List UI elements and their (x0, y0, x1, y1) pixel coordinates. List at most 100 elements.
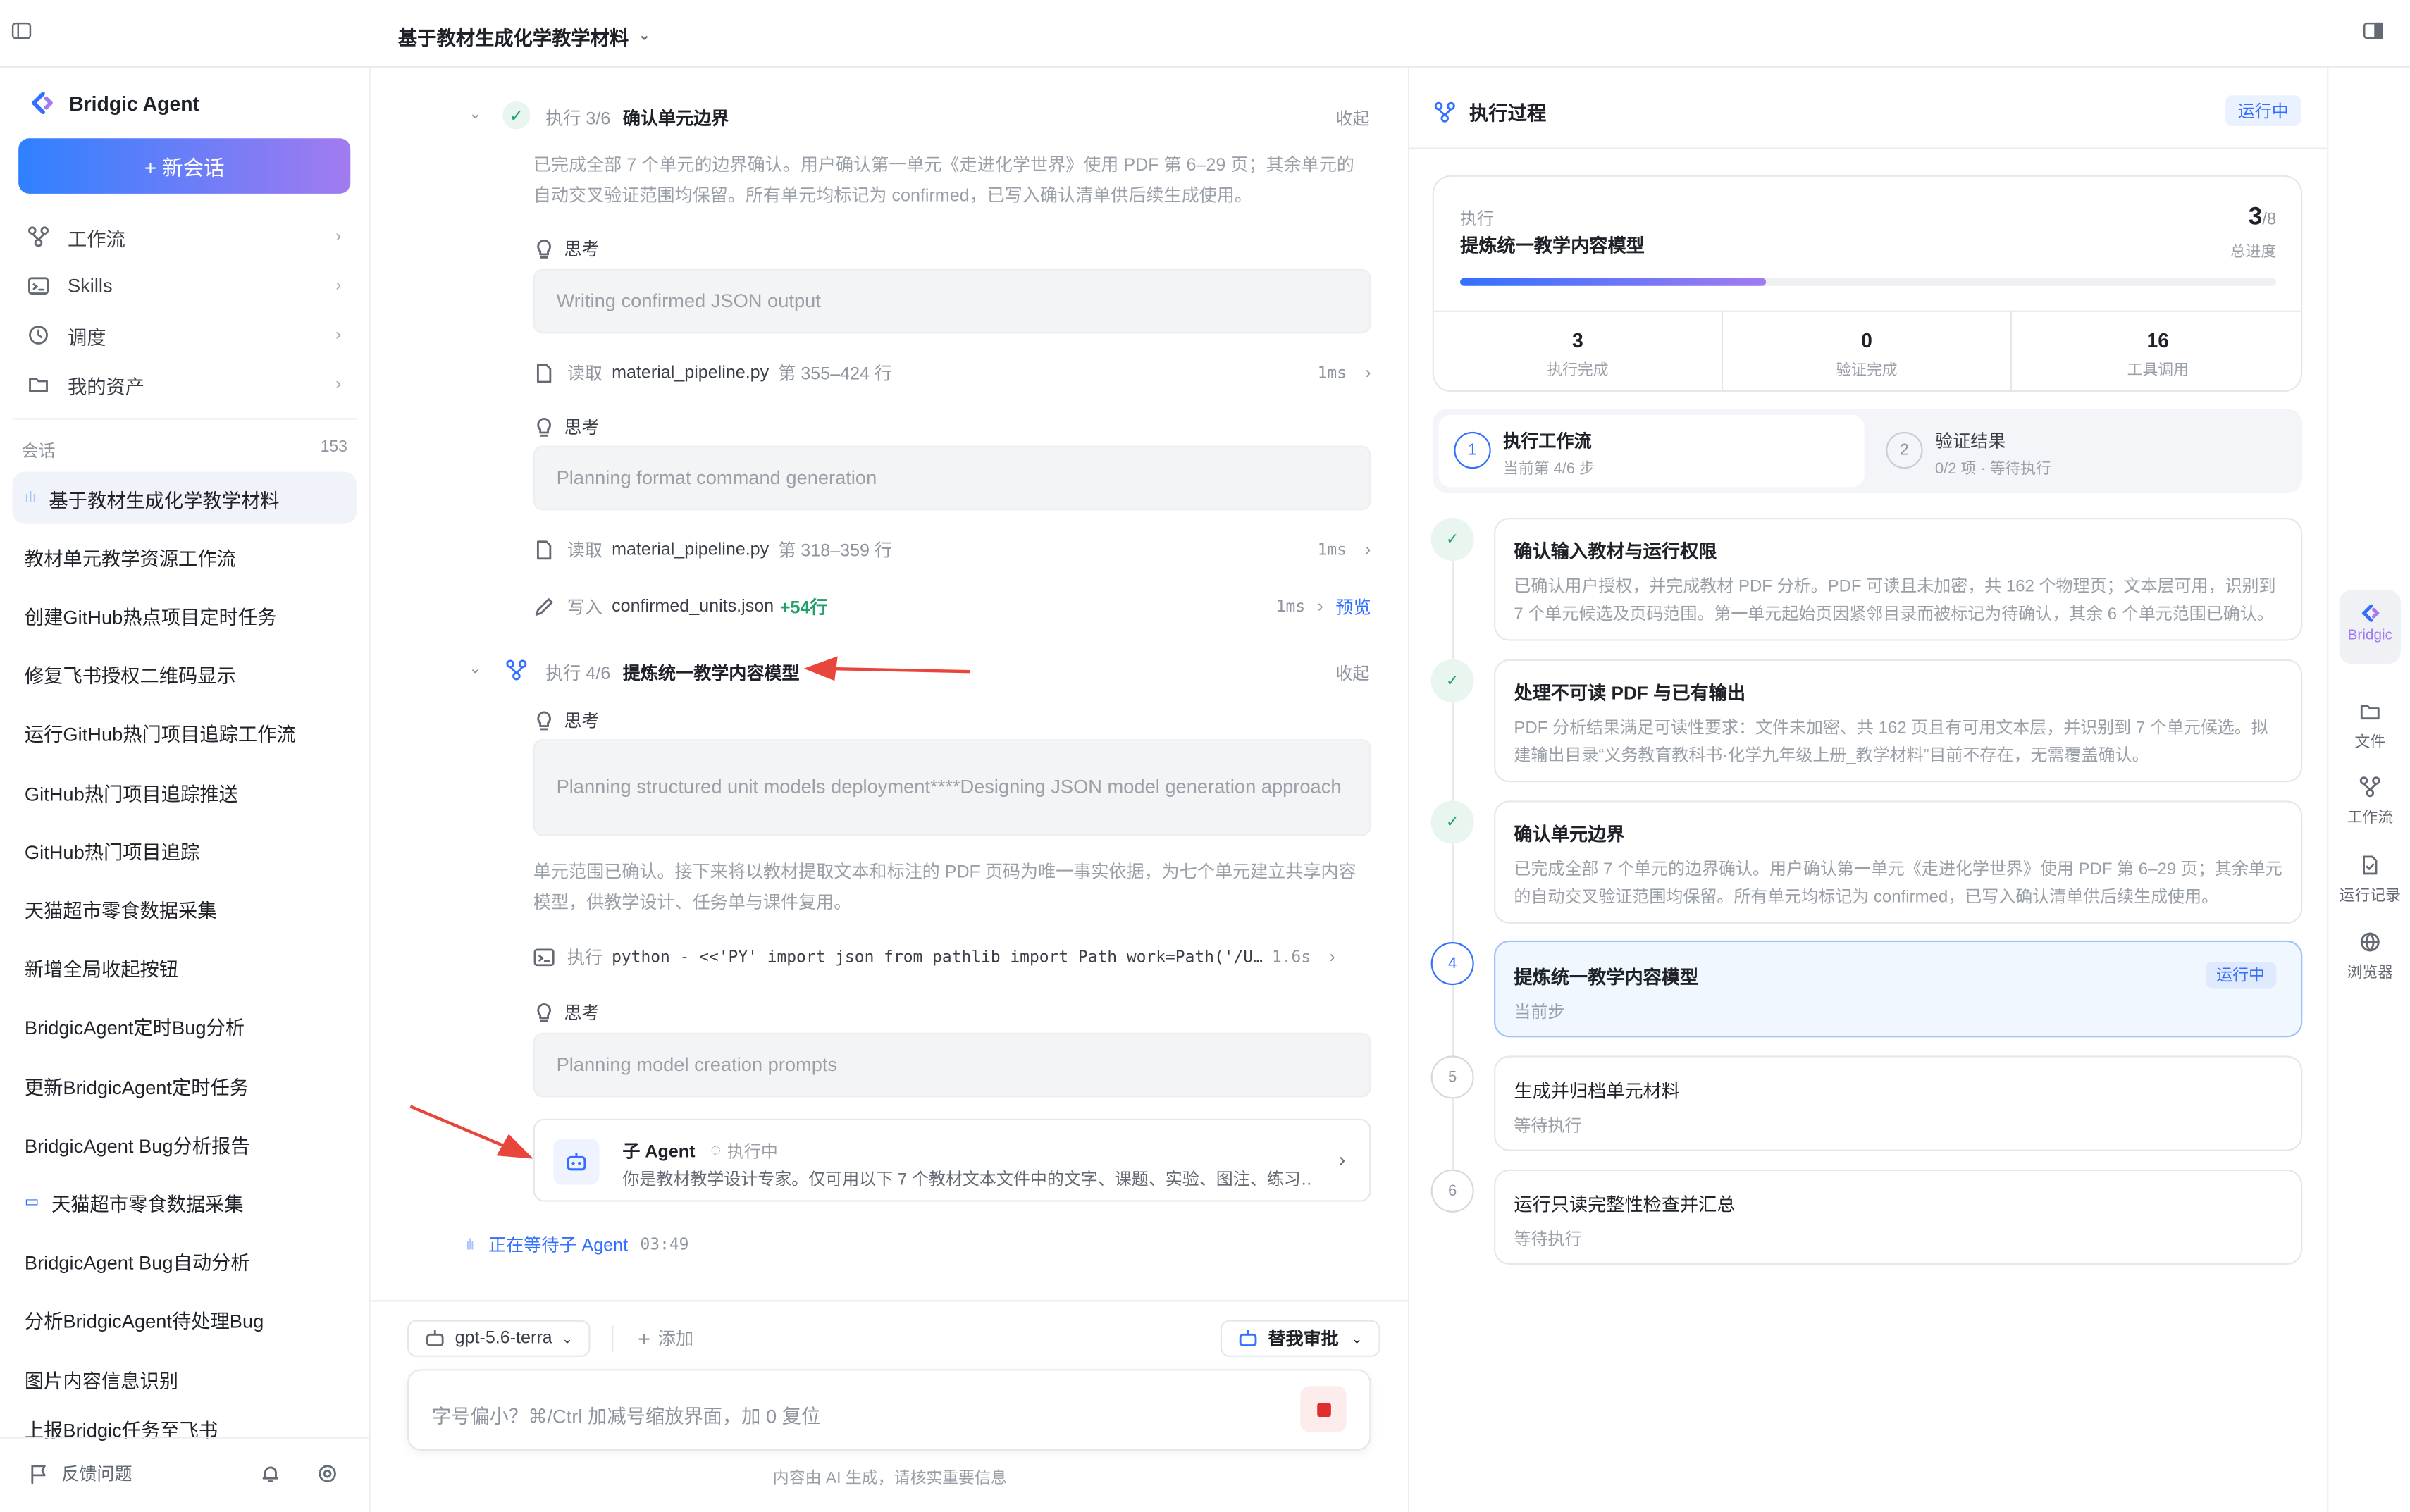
conversation-title: 创建GitHub热点项目定时任务 (24, 607, 277, 628)
preview-link[interactable]: 预览 (1335, 595, 1371, 619)
tool-call-write[interactable]: 写入 confirmed_units.json +54行 1ms › 预览 (533, 592, 1371, 623)
add-label: 添加 (657, 1330, 694, 1350)
conversation-item[interactable]: 更新BridgicAgent定时任务 (12, 1059, 357, 1111)
collapse-chevron-icon[interactable]: ⌄ (469, 106, 481, 123)
step-title: 确认单元边界 (622, 111, 729, 130)
conversation-title: 修复飞书授权二维码显示 (24, 665, 236, 688)
model-select[interactable]: gpt-5.6-terra ⌄ (407, 1320, 591, 1357)
sidebar-item-skills[interactable]: Skills › (12, 264, 357, 307)
thinking-text: Planning format command generation (556, 466, 877, 488)
conversation-title: 分析BridgicAgent待处理Bug (24, 1311, 264, 1333)
workflow-step-active[interactable]: 提炼统一教学内容模型 当前步 运行中 (1494, 940, 2303, 1038)
workflow-step[interactable]: 生成并归档单元材料 等待执行 (1494, 1055, 2303, 1151)
conversation-item[interactable]: BridgicAgent Bug自动分析 (12, 1235, 357, 1287)
workflow-step[interactable]: 处理不可读 PDF 与已有输出 PDF 分析结果满足可读性要求：文件未加密、共 … (1494, 659, 2303, 783)
sidebar-item-workflow[interactable]: 工作流 › (12, 215, 357, 258)
conversation-item[interactable]: 修复飞书授权二维码显示 (12, 648, 357, 700)
waiting-time: 03:49 (640, 1235, 689, 1254)
chat-panel: ⌄ ✓ 执行 3/6 确认单元边界 收起 已完成全部 7 个单元的边界确认。用户… (370, 67, 1410, 1512)
conversation-item[interactable]: ılı 基于教材生成化学教学材料 (12, 471, 357, 524)
add-button[interactable]: + 添加 (638, 1326, 693, 1351)
rail-item-browser[interactable]: 浏览器 (2328, 931, 2410, 982)
tool-call-read[interactable]: 读取 material_pipeline.py 第 355–424 行 1ms … (533, 358, 1371, 389)
waiting-status: ılı 正在等待子 Agent 03:49 (466, 1232, 689, 1257)
think-label-text: 思考 (564, 419, 600, 438)
rail-item-run-records[interactable]: 运行记录 (2328, 855, 2410, 905)
rail-item-files[interactable]: 文件 (2328, 701, 2410, 752)
progress-title: 提炼统一教学内容模型 (1460, 235, 1645, 257)
approval-mode-label: 替我审批 (1268, 1330, 1339, 1350)
tab-number: 1 (1454, 431, 1491, 469)
conversation-title: 图片内容信息识别 (24, 1370, 179, 1392)
step-number: 6 (1430, 1169, 1474, 1213)
conversation-item[interactable]: 天猫超市零食数据采集 (12, 883, 357, 935)
plus-icon: + (638, 1326, 651, 1351)
subagent-description: 你是教材教学设计专家。仅可用以下 7 个教材文本文件中的文字、课题、实验、图注、… (622, 1171, 1314, 1190)
tool-range: 第 355–424 行 (778, 366, 893, 385)
rail-item-label: 浏览器 (2347, 965, 2394, 982)
rail-item-label: 工作流 (2347, 810, 2394, 827)
step-title: 生成并归档单元材料 (1514, 1080, 1680, 1102)
tool-call-exec[interactable]: 执行 python - <<'PY' import json from path… (533, 942, 1371, 973)
chevron-down-icon: ⌄ (1351, 1330, 1363, 1346)
workflow-icon (28, 226, 49, 247)
bell-icon[interactable] (260, 1463, 282, 1485)
conversation-item[interactable]: ▭ 天猫超市零食数据采集 (12, 1176, 357, 1228)
sidebar-item-assets[interactable]: 我的资产 › (12, 363, 357, 406)
thinking-text: Writing confirmed JSON output (556, 290, 821, 311)
collapse-chevron-icon[interactable]: ⌄ (469, 661, 481, 678)
conversation-item[interactable]: 图片内容信息识别 (12, 1352, 357, 1404)
conversation-item[interactable]: BridgicAgent定时Bug分析 (12, 1000, 357, 1052)
step-title: 运行只读完整性检查并汇总 (1514, 1194, 1736, 1216)
collapse-button[interactable]: 收起 (1335, 106, 1369, 130)
step-description: 已完成全部 7 个单元的边界确认。用户确认第一单元《走进化学世界》使用 PDF … (533, 156, 1354, 206)
conversation-item[interactable]: GitHub热门项目追踪 (12, 824, 357, 876)
robot-icon (553, 1139, 600, 1185)
tab-execute-workflow[interactable]: 1 执行工作流 当前第 4/6 步 (1438, 414, 1865, 488)
conversation-title[interactable]: 基于教材生成化学教学材料 ⌄ (398, 22, 651, 51)
sidebar-item-label: 工作流 (67, 228, 125, 250)
conversation-item[interactable]: 创建GitHub热点项目定时任务 (12, 589, 357, 641)
panel-toggle-icon[interactable] (2362, 20, 2384, 42)
feedback-button[interactable]: 反馈问题 (27, 1461, 132, 1486)
chevron-right-icon: › (335, 375, 342, 394)
message-input[interactable]: 字号偏小？⌘/Ctrl 加减号缩放界面，加 0 复位 (407, 1369, 1371, 1451)
collapse-button[interactable]: 收起 (1335, 661, 1369, 686)
rail-item-bridgic[interactable]: Bridgic (2339, 590, 2401, 664)
tab-number: 2 (1886, 431, 1923, 469)
workflow-icon (1434, 101, 1455, 122)
approval-mode-select[interactable]: 替我审批 ⌄ (1220, 1320, 1380, 1357)
conversation-title: BridgicAgent Bug分析报告 (24, 1135, 250, 1157)
conversation-item[interactable]: BridgicAgent Bug分析报告 (12, 1117, 357, 1170)
rail-item-workflow[interactable]: 工作流 (2328, 776, 2410, 826)
tool-call-read[interactable]: 读取 material_pipeline.py 第 318–359 行 1ms … (533, 535, 1371, 566)
rail-item-label: 文件 (2354, 734, 2386, 752)
sidebar-item-label: 调度 (67, 326, 106, 349)
conversation-title: GitHub热门项目追踪推送 (24, 783, 238, 805)
stop-button[interactable] (1300, 1386, 1347, 1432)
phase-tabs: 1 执行工作流 当前第 4/6 步 2 验证结果 0/2 项 · 等待执行 (1432, 409, 2303, 494)
sidebar-item-schedule[interactable]: 调度 › (12, 314, 357, 357)
divider (612, 1325, 614, 1353)
conversation-item[interactable]: 教材单元教学资源工作流 (12, 531, 357, 583)
workflow-step[interactable]: 确认单元边界 已完成全部 7 个单元的边界确认。用户确认第一单元《走进化学世界》… (1494, 800, 2303, 924)
conversation-item[interactable]: GitHub热门项目追踪推送 (12, 765, 357, 817)
settings-gear-icon[interactable] (316, 1463, 338, 1485)
tool-duration: 1ms (1317, 364, 1347, 383)
subagent-card[interactable]: 子 Agent ◌ 执行中 你是教材教学设计专家。仅可用以下 7 个教材文本文件… (533, 1118, 1371, 1202)
section-label: 会话 (21, 442, 56, 461)
workflow-step[interactable]: 运行只读完整性检查并汇总 等待执行 (1494, 1169, 2303, 1265)
new-chat-button[interactable]: + 新会话 (18, 138, 351, 194)
tab-verify-results[interactable]: 2 验证结果 0/2 项 · 等待执行 (1870, 415, 2296, 488)
step-description: 已完成全部 7 个单元的边界确认。用户确认第一单元《走进化学世界》使用 PDF … (1514, 860, 2282, 907)
stop-icon (1316, 1402, 1330, 1416)
divider (12, 418, 357, 420)
conversation-item[interactable]: 运行GitHub热门项目追踪工作流 (12, 707, 357, 759)
workflow-step[interactable]: 确认输入教材与运行权限 已确认用户授权，并完成教材 PDF 分析。PDF 可读且… (1494, 518, 2303, 641)
thinking-box: Planning structured unit models deployme… (533, 739, 1371, 836)
sidebar-toggle-icon[interactable] (11, 20, 32, 42)
chevron-right-icon: › (335, 276, 342, 295)
conversation-item[interactable]: 分析BridgicAgent待处理Bug (12, 1294, 357, 1346)
workflow-icon (506, 659, 528, 681)
conversation-item[interactable]: 新增全局收起按钮 (12, 941, 357, 993)
